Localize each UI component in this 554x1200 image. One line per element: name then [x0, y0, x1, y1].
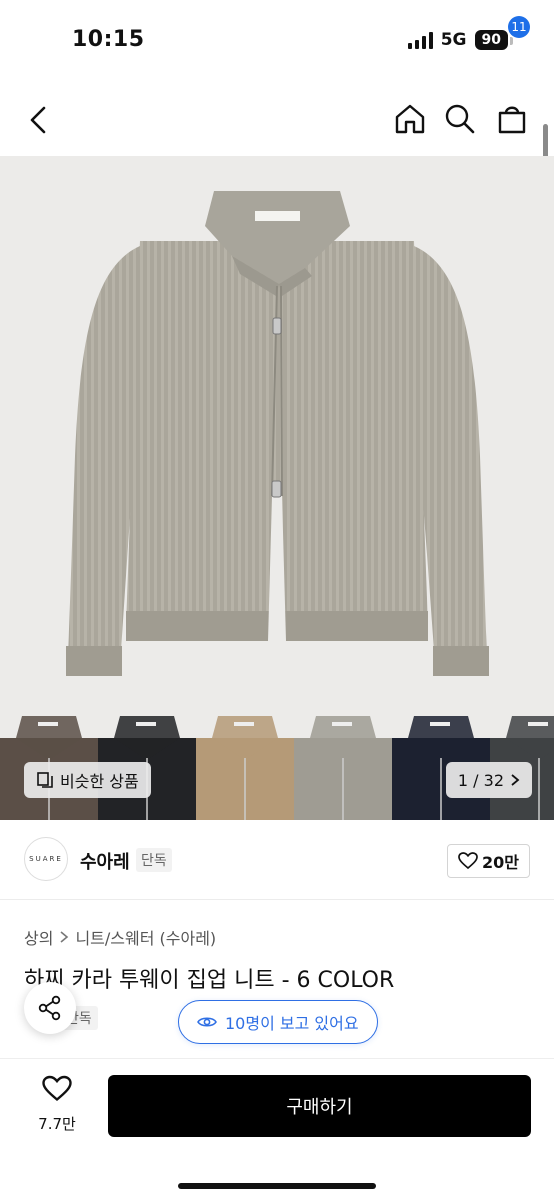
- brand-like-count: 20만: [482, 853, 519, 872]
- home-icon[interactable]: [392, 101, 428, 137]
- cart-count-badge: 11: [508, 16, 530, 38]
- viewers-count-pill: 10명이 보고 있어요: [178, 1000, 378, 1044]
- home-indicator[interactable]: [178, 1183, 376, 1189]
- cardigan-illustration: [66, 191, 489, 676]
- breadcrumb-category[interactable]: 상의: [24, 925, 53, 949]
- page-counter: 1 / 32: [457, 770, 504, 790]
- brand-logo[interactable]: SUARE: [24, 837, 68, 881]
- share-button[interactable]: [24, 982, 76, 1034]
- similar-products-label: 비슷한 상품: [60, 772, 139, 791]
- viewers-text: 10명이 보고 있어요: [225, 1014, 359, 1033]
- chevron-right-icon: [60, 931, 69, 943]
- status-time: 10:15: [72, 27, 145, 52]
- color-thumbnail[interactable]: [294, 708, 392, 820]
- top-nav: [0, 84, 554, 156]
- status-indicators: 5G 90: [407, 30, 514, 50]
- similar-icon: [37, 772, 53, 788]
- breadcrumb-subcategory[interactable]: 니트/스웨터 (수아레): [75, 925, 216, 949]
- heart-icon: [42, 1075, 72, 1102]
- brand-name[interactable]: 수아레: [80, 848, 130, 874]
- buy-button[interactable]: 구매하기: [108, 1075, 531, 1137]
- exclusive-badge: 단독: [136, 848, 172, 872]
- wishlist-button[interactable]: 7.7만: [32, 1075, 82, 1134]
- bottom-action-bar: 7.7만 구매하기: [0, 1058, 554, 1200]
- cart-icon[interactable]: [494, 101, 530, 137]
- chevron-right-icon: [511, 774, 520, 786]
- product-title: 하찌 카라 투웨이 집업 니트 - 6 COLOR: [24, 968, 395, 993]
- image-page-indicator[interactable]: 1 / 32: [445, 762, 532, 798]
- brand-like-button[interactable]: 20만: [447, 844, 530, 878]
- search-icon[interactable]: [442, 101, 478, 137]
- breadcrumb: 상의 니트/스웨터 (수아레): [24, 925, 216, 949]
- eye-icon: [197, 1017, 217, 1027]
- signal-icon: [407, 31, 433, 49]
- wishlist-count: 7.7만: [38, 1115, 76, 1133]
- similar-products-button[interactable]: 비슷한 상품: [24, 762, 151, 798]
- share-icon: [38, 995, 61, 1021]
- status-bar: 10:15 5G 90: [0, 0, 554, 84]
- back-icon[interactable]: [24, 102, 56, 138]
- heart-icon: [458, 852, 478, 870]
- battery-icon: 90: [474, 30, 514, 50]
- color-thumbnail[interactable]: [196, 708, 294, 820]
- brand-row[interactable]: SUARE 수아레 단독 20만: [0, 820, 554, 900]
- product-image[interactable]: [0, 156, 554, 710]
- network-type: 5G: [440, 30, 467, 50]
